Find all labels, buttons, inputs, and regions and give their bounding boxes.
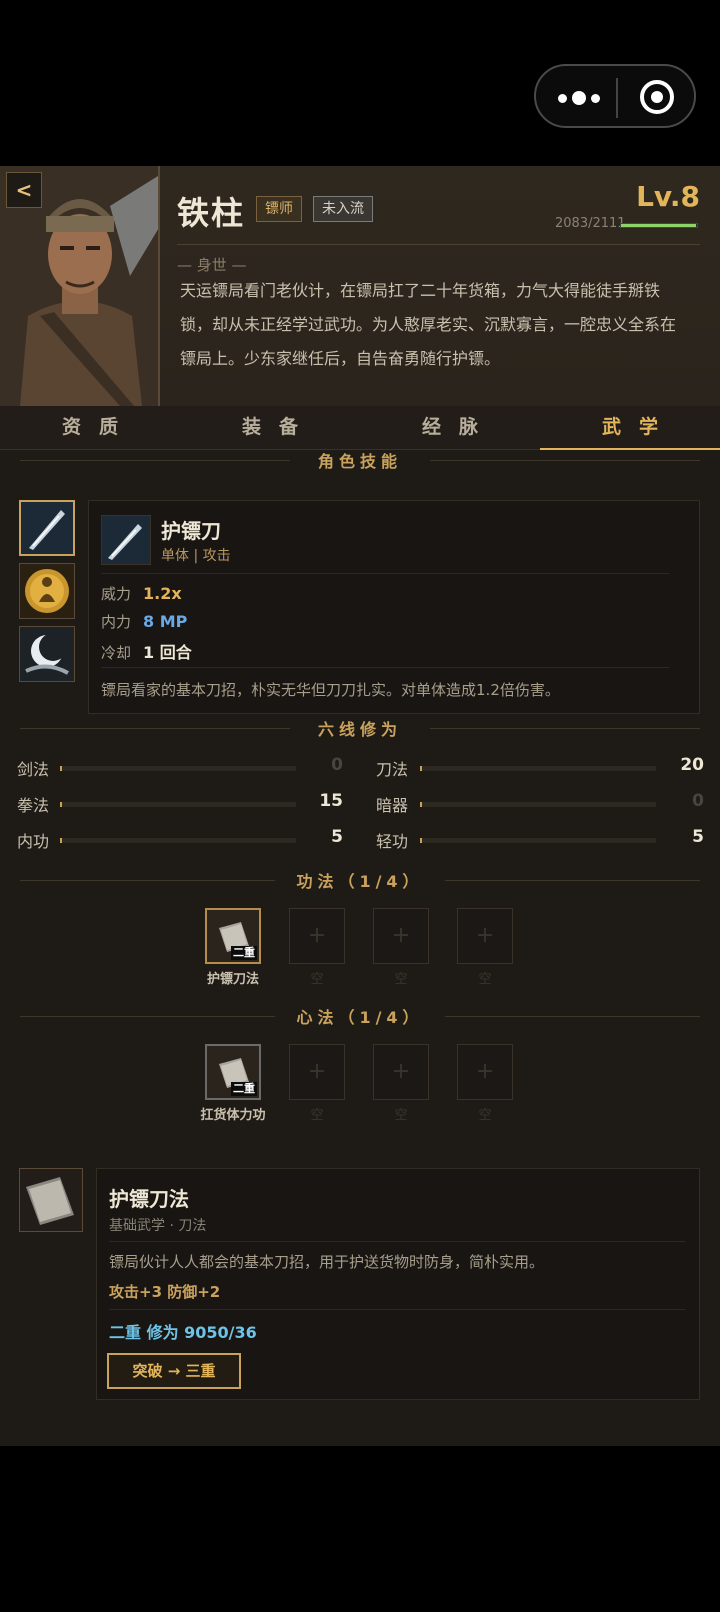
hidden-weapon-value: 0 [692,791,704,811]
tab-meridians[interactable]: 经脉 [360,406,540,450]
manual-bonus: 攻击+3 防御+2 [109,1283,221,1301]
tier-tag: 二重 [231,946,257,960]
manual-tags: 基础武学 · 刀法 [109,1218,207,1234]
mp-row: 内力 8 MP [101,611,187,632]
skill-description: 镖局看家的基本刀招，朴实无华但刀刀扎实。对单体造成1.2倍伤害。 [101,681,560,699]
tab-aptitude[interactable]: 资质 [0,406,180,450]
cooldown-row: 冷却 1 回合 [101,639,192,663]
gongfa-slot-3[interactable]: + [373,908,429,964]
xinfa-slot-1[interactable]: 二重 [205,1044,261,1100]
blade-bar [420,766,656,771]
breakthrough-button[interactable]: 突破 → 三重 [107,1353,241,1389]
gongfa-slot-3-label: 空 [394,972,408,987]
manual-detail-card: 护镖刀法 基础武学 · 刀法 镖局伙计人人都会的基本刀招，用于护送货物时防身，简… [96,1168,700,1400]
xinfa-slot-3[interactable]: + [373,1044,429,1100]
exp-text: 2083/2111 [555,216,626,231]
bio-title: — 身世 — [177,256,247,274]
divider [177,244,700,245]
power-row: 威力 1.2x [101,583,182,604]
bio-text: 天运镖局看门老伙计，在镖局扛了二十年货箱，力气大得能徒手掰铁锁，却从未正经学过武… [180,281,677,368]
divider [109,1241,685,1242]
gongfa-section-title: 功法（1/4） [20,868,700,892]
manual-progress: 二重 修为 9050/36 [109,1323,257,1342]
lightness-label: 轻功 [376,832,409,851]
role-badge: 镖师 [256,196,302,222]
inner-power-value: 5 [331,827,343,847]
moon-slash-skill-icon[interactable] [19,626,75,682]
skill-name: 护镖刀 [161,519,221,543]
hidden-weapon-label: 暗器 [376,796,409,815]
skill-detail-card: 护镖刀 单体 | 攻击 威力 1.2x 内力 8 MP 冷却 1 回合 镖局看家的基本… [88,500,700,714]
xinfa-slot-1-label: 扛货体力功 [200,1108,266,1123]
xinfa-slot-4[interactable]: + [457,1044,513,1100]
back-button[interactable]: < [6,172,42,208]
sword-value: 0 [331,755,343,775]
tab-bar: 资质 装备 经脉 武学 [0,406,720,450]
xinfa-slot-3-label: 空 [394,1108,408,1123]
mp-value: 8 MP [143,612,188,631]
divider [101,573,669,574]
level-label: Lv.8 [636,180,700,213]
mp-label: 内力 [101,613,132,631]
gongfa-slot-2-label: 空 [310,972,324,987]
character-panel: < 铁柱 镖师 未入流 Lv.8 2083/2111 — 身世 — 天运镖局看门… [0,166,720,1446]
inner-power-bar [60,838,296,843]
manual-name: 护镖刀法 [109,1187,189,1211]
rank-badge: 未入流 [313,196,373,222]
xinfa-slot-4-label: 空 [478,1108,492,1123]
six-lines-section-title: 六线修为 [20,716,700,740]
capsule-divider [616,78,618,118]
fist-value: 15 [319,791,343,811]
meditate-skill-icon[interactable] [19,563,75,619]
blade-label: 刀法 [376,760,409,779]
manual-thumbnail [19,1168,83,1232]
tab-martial-arts[interactable]: 武学 [540,406,720,450]
fist-label: 拳法 [17,796,50,815]
sword-bar [60,766,296,771]
manual-description: 镖局伙计人人都会的基本刀招，用于护送货物时防身，简朴实用。 [109,1253,545,1271]
cooldown-label: 冷却 [101,644,132,662]
xinfa-slot-2-label: 空 [310,1108,324,1123]
blade-value: 20 [680,755,704,775]
gongfa-slot-2[interactable]: + [289,908,345,964]
sword-label: 剑法 [17,760,50,779]
blade-skill-icon[interactable] [19,500,75,556]
skill-tags: 单体 | 攻击 [161,548,231,564]
xinfa-section-title: 心法（1/4） [20,1004,700,1028]
character-header: < 铁柱 镖师 未入流 Lv.8 2083/2111 — 身世 — 天运镖局看门… [0,166,720,406]
gongfa-slot-4[interactable]: + [457,908,513,964]
miniprogram-capsule [534,64,696,128]
manual-book-icon [26,1177,74,1225]
lightness-bar [420,838,656,843]
gongfa-slot-4-label: 空 [478,972,492,987]
gongfa-slot-1-label: 护镖刀法 [206,972,259,987]
character-portrait: < [0,166,160,406]
exp-bar [620,223,698,228]
lightness-value: 5 [692,827,704,847]
skills-section-title: 角色技能 [20,448,700,472]
character-name: 铁柱 [177,194,246,232]
gongfa-slot-1[interactable]: 二重 [205,908,261,964]
tier-tag: 二重 [231,1082,257,1096]
hidden-weapon-bar [420,802,656,807]
inner-power-label: 内功 [17,832,50,851]
xinfa-slot-2[interactable]: + [289,1044,345,1100]
divider [109,1309,685,1310]
tab-equipment[interactable]: 装备 [180,406,360,450]
exp-bar-fill [621,224,696,227]
more-icon[interactable] [558,90,602,106]
skill-detail-icon [101,515,151,565]
fist-bar [60,802,296,807]
divider [101,667,669,668]
power-label: 威力 [101,585,132,603]
close-miniprogram-icon[interactable] [640,80,674,114]
power-value: 1.2x [143,584,182,603]
cooldown-value: 1 回合 [143,643,192,662]
